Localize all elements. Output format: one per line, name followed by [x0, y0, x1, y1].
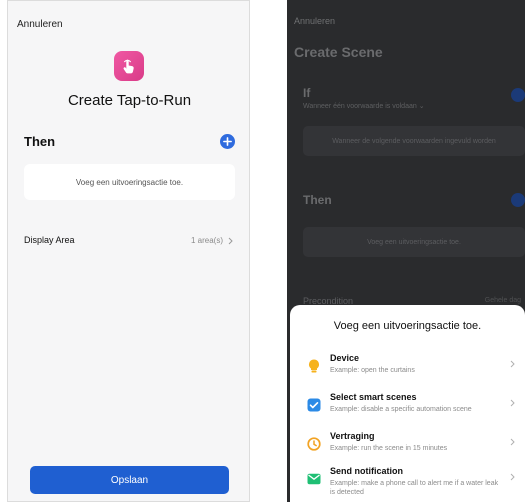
add-action-button[interactable]: [220, 134, 235, 149]
create-scene-screen: Annuleren Create Scene If Wanneer één vo…: [287, 0, 525, 502]
clock-icon: [307, 437, 321, 451]
tap-to-run-screen: Annuleren Create Tap-to-Run Then Voeg ee…: [7, 0, 250, 502]
plus-icon: [223, 137, 232, 146]
lightbulb-icon: [307, 359, 321, 373]
display-area-selector[interactable]: 1 area(s): [191, 236, 233, 245]
chevron-right-icon: [510, 438, 515, 446]
action-placeholder: Voeg een uitvoeringsactie toe.: [75, 177, 184, 187]
then-section-label: Then: [24, 134, 56, 149]
option-name: Send notification: [330, 466, 403, 476]
action-type-sheet: Voeg een uitvoeringsactie toe. Device Ex…: [290, 305, 525, 502]
option-device[interactable]: Device Example: open the curtains: [290, 353, 525, 391]
option-name: Device: [330, 353, 360, 363]
display-area-value: 1 area(s): [190, 236, 223, 245]
option-send-notification[interactable]: Send notification Example: make a phone …: [290, 466, 525, 502]
add-action-card[interactable]: Voeg een uitvoeringsactie toe.: [24, 164, 235, 200]
cancel-button[interactable]: Annuleren: [294, 16, 335, 26]
option-example: Example: run the scene in 15 minutes: [330, 445, 448, 452]
page-title: Create Scene: [294, 44, 383, 60]
option-example: Example: open the curtains: [330, 367, 415, 374]
add-condition-card[interactable]: Wanneer de volgende voorwaarden ingevuld…: [303, 126, 525, 156]
add-condition-button[interactable]: [511, 88, 525, 102]
save-button[interactable]: Opslaan: [30, 466, 229, 494]
condition-trigger-dropdown[interactable]: Wanneer één voorwaarde is voldaan ⌄: [303, 102, 425, 110]
display-area-label: Display Area: [24, 235, 75, 245]
chevron-down-icon: ⌄: [418, 103, 425, 110]
tap-hand-icon: [114, 51, 144, 81]
chevron-right-icon: [510, 399, 515, 407]
chevron-right-icon: [228, 237, 233, 244]
mail-icon: [307, 472, 321, 486]
sheet-title: Voeg een uitvoeringsactie toe.: [333, 320, 482, 332]
chevron-right-icon: [510, 360, 515, 368]
option-select-smart-scenes[interactable]: Select smart scenes Example: disable a s…: [290, 392, 525, 430]
option-name: Vertraging: [330, 431, 375, 441]
checkbox-icon: [307, 398, 321, 412]
option-example: Example: disable a specific automation s…: [330, 406, 472, 413]
page-title: Create Tap-to-Run: [67, 92, 192, 109]
option-example: Example: make a phone call to alert me i…: [330, 480, 499, 496]
if-section-label: If: [303, 86, 311, 100]
add-action-card[interactable]: Voeg een uitvoeringsactie toe.: [303, 227, 525, 257]
option-name: Select smart scenes: [330, 392, 417, 402]
chevron-right-icon: [510, 473, 515, 481]
precondition-value[interactable]: Gehele dag: [485, 297, 521, 304]
condition-placeholder: Wanneer de volgende voorwaarden ingevuld…: [332, 137, 496, 145]
option-vertraging[interactable]: Vertraging Example: run the scene in 15 …: [290, 431, 525, 469]
add-action-button[interactable]: [511, 193, 525, 207]
cancel-button[interactable]: Annuleren: [17, 19, 63, 30]
action-placeholder: Voeg een uitvoeringsactie toe.: [367, 238, 461, 246]
condition-trigger-label: Wanneer één voorwaarde is voldaan: [303, 103, 417, 110]
then-section-label: Then: [303, 193, 332, 207]
